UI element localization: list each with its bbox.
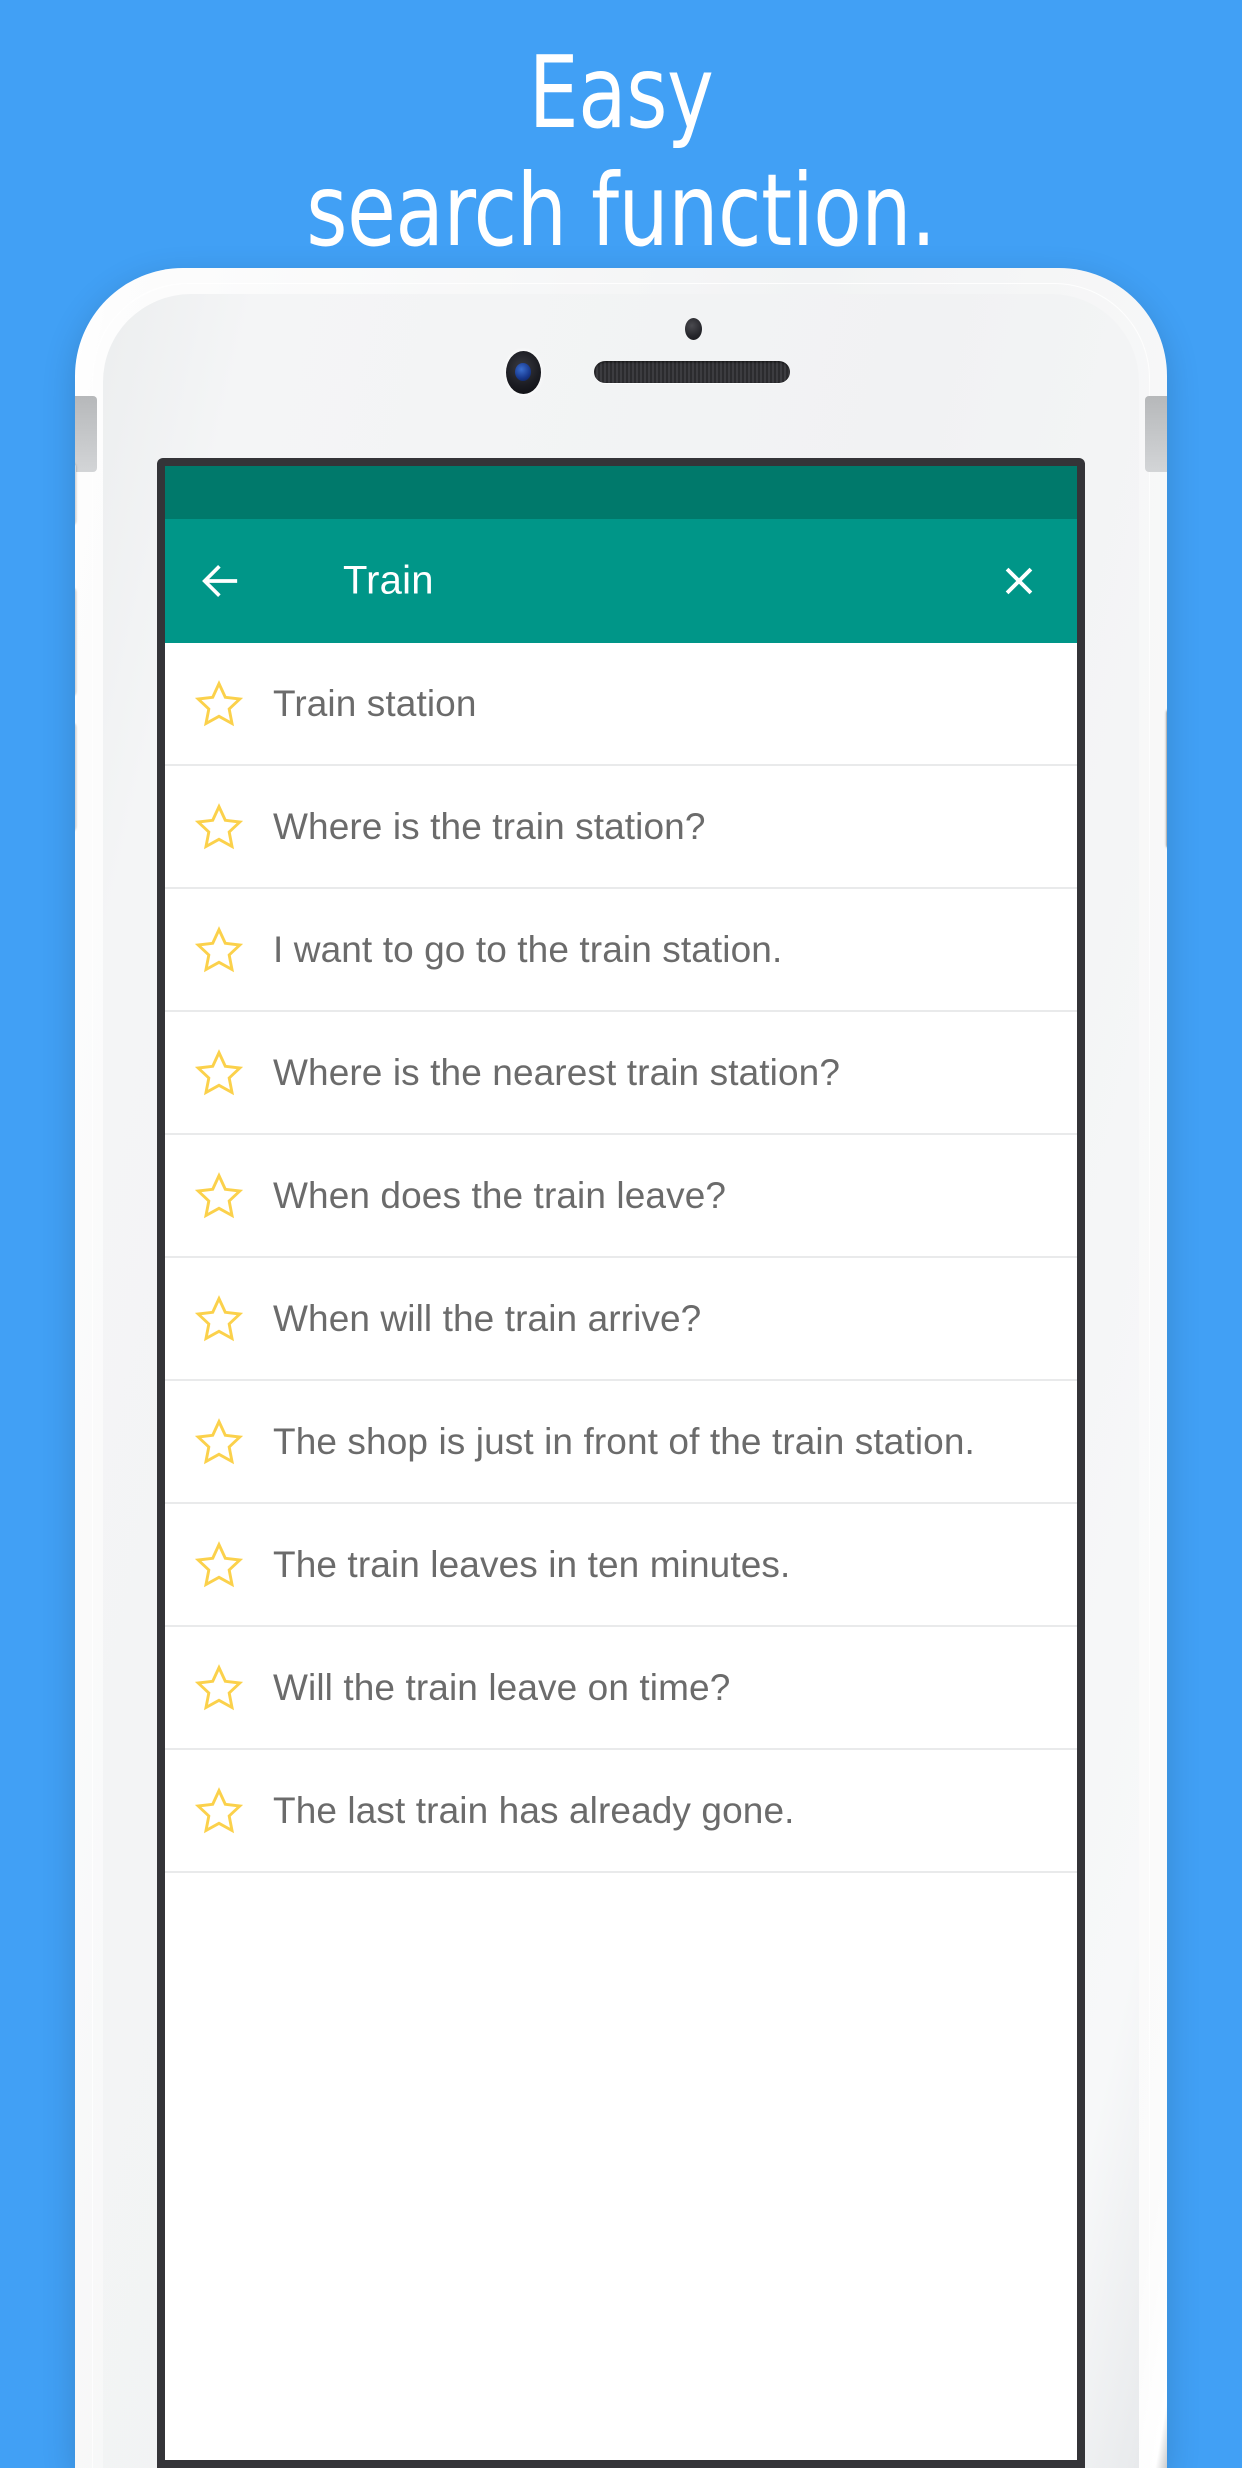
star-outline-icon [194, 679, 244, 726]
favorite-toggle[interactable] [165, 924, 273, 976]
search-result-row[interactable]: Train station [165, 643, 1077, 766]
promo-headline: Easy search function. [75, 34, 1168, 270]
promo-headline-line-2: search function. [306, 152, 936, 269]
favorite-toggle[interactable] [165, 1416, 273, 1468]
phone-mockup: Train Train station Where is the train st… [75, 268, 1167, 2468]
search-result-label: The shop is just in front of the train s… [273, 1420, 975, 1462]
star-outline-icon [194, 1786, 244, 1833]
search-result-label: Will the train leave on time? [273, 1666, 731, 1708]
search-result-label: When will the train arrive? [273, 1297, 702, 1339]
search-result-row[interactable]: The shop is just in front of the train s… [165, 1381, 1077, 1504]
promo-headline-line-1: Easy [528, 34, 714, 151]
search-result-label: The train leaves in ten minutes. [273, 1543, 791, 1585]
mute-switch-button[interactable] [75, 463, 76, 525]
earpiece-speaker-icon [594, 361, 790, 383]
app-bar: Train [165, 519, 1077, 643]
search-result-row[interactable]: The last train has already gone. [165, 1750, 1077, 1873]
star-outline-icon [194, 925, 244, 972]
proximity-sensor-icon [685, 318, 702, 340]
app-bar-title: Train [343, 558, 434, 603]
favorite-toggle[interactable] [165, 801, 273, 853]
front-camera-icon [506, 351, 541, 394]
search-result-label: I want to go to the train station. [273, 928, 783, 970]
favorite-toggle[interactable] [165, 1170, 273, 1222]
favorite-toggle[interactable] [165, 1293, 273, 1345]
star-outline-icon [194, 1171, 244, 1218]
search-result-label: When does the train leave? [273, 1174, 727, 1216]
arrow-left-icon [202, 565, 238, 597]
close-button[interactable] [995, 557, 1043, 605]
favorite-toggle[interactable] [165, 678, 273, 730]
star-outline-icon [194, 802, 244, 849]
search-result-label: Where is the nearest train station? [273, 1051, 841, 1093]
screen-bezel: Train Train station Where is the train st… [157, 458, 1085, 2468]
search-result-label: The last train has already gone. [273, 1789, 795, 1831]
search-result-label: Where is the train station? [273, 805, 706, 847]
close-icon [1005, 567, 1033, 595]
volume-up-button[interactable] [75, 588, 76, 696]
search-result-row[interactable]: Will the train leave on time? [165, 1627, 1077, 1750]
favorite-toggle[interactable] [165, 1539, 273, 1591]
star-outline-icon [194, 1417, 244, 1464]
search-result-row[interactable]: Where is the train station? [165, 766, 1077, 889]
power-button[interactable] [1166, 709, 1167, 849]
status-bar [165, 466, 1077, 519]
search-result-row[interactable]: Where is the nearest train station? [165, 1012, 1077, 1135]
search-result-row[interactable]: When does the train leave? [165, 1135, 1077, 1258]
app-screen: Train Train station Where is the train st… [165, 466, 1077, 2460]
search-result-row[interactable]: When will the train arrive? [165, 1258, 1077, 1381]
back-button[interactable] [197, 558, 243, 604]
search-results-list[interactable]: Train station Where is the train station?… [165, 643, 1077, 1873]
search-result-row[interactable]: The train leaves in ten minutes. [165, 1504, 1077, 1627]
star-outline-icon [194, 1294, 244, 1341]
star-outline-icon [194, 1048, 244, 1095]
search-result-label: Train station [273, 682, 477, 724]
star-outline-icon [194, 1540, 244, 1587]
star-outline-icon [194, 1663, 244, 1710]
favorite-toggle[interactable] [165, 1662, 273, 1714]
search-result-row[interactable]: I want to go to the train station. [165, 889, 1077, 1012]
volume-down-button[interactable] [75, 723, 76, 831]
antenna-band-left [75, 396, 97, 472]
favorite-toggle[interactable] [165, 1785, 273, 1837]
favorite-toggle[interactable] [165, 1047, 273, 1099]
antenna-band-right [1145, 396, 1167, 472]
